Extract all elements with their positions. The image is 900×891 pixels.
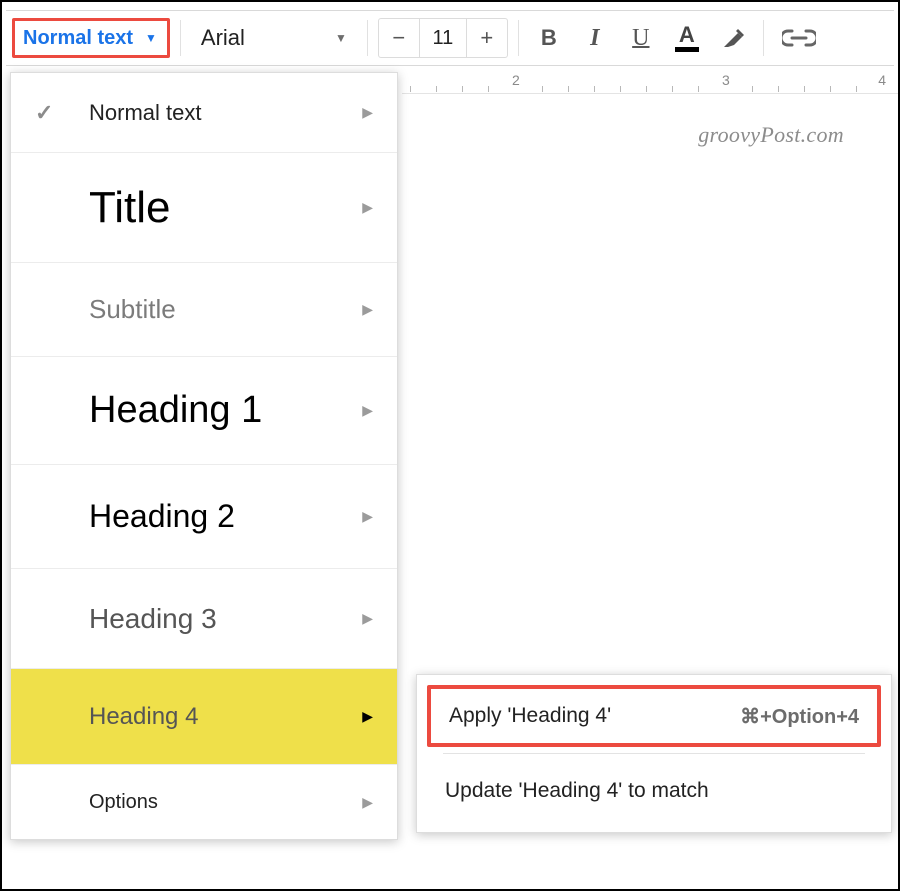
submenu-item-label: Update 'Heading 4' to match <box>445 779 709 803</box>
font-size-increase-button[interactable]: + <box>467 19 507 57</box>
style-item-label: Normal text <box>89 100 201 126</box>
keyboard-shortcut: ⌘+Option+4 <box>740 704 859 729</box>
submenu-arrow-icon: ▶ <box>362 708 373 725</box>
submenu-arrow-icon: ▶ <box>362 104 373 121</box>
separator <box>763 20 764 56</box>
text-color-button[interactable]: A <box>667 18 707 58</box>
style-item-label: Heading 4 <box>89 703 198 731</box>
style-item-heading-4[interactable]: Heading 4 ▶ <box>11 669 397 765</box>
heading-4-submenu: Apply 'Heading 4' ⌘+Option+4 Update 'Hea… <box>416 674 892 833</box>
app-frame: Normal text ▼ Arial ▼ − 11 + B I U A <box>0 0 900 891</box>
style-item-options[interactable]: Options ▶ <box>11 765 397 839</box>
apply-heading-4-item[interactable]: Apply 'Heading 4' ⌘+Option+4 <box>427 685 881 747</box>
style-item-heading-1[interactable]: Heading 1 ▶ <box>11 357 397 465</box>
separator <box>367 20 368 56</box>
ruler-number: 3 <box>722 72 730 88</box>
submenu-arrow-icon: ▶ <box>362 402 373 419</box>
style-item-label: Subtitle <box>89 294 176 325</box>
submenu-item-label: Apply 'Heading 4' <box>449 704 611 728</box>
style-item-heading-3[interactable]: Heading 3 ▶ <box>11 569 397 669</box>
submenu-arrow-icon: ▶ <box>362 508 373 525</box>
style-item-label: Options <box>89 791 158 814</box>
font-family-dropdown[interactable]: Arial ▼ <box>191 18 357 58</box>
font-size-input[interactable]: 11 <box>419 19 467 57</box>
font-family-label: Arial <box>201 25 245 51</box>
horizontal-ruler[interactable]: 2 3 4 <box>402 68 898 94</box>
style-item-subtitle[interactable]: Subtitle ▶ <box>11 263 397 357</box>
insert-link-button[interactable] <box>774 18 824 58</box>
separator <box>518 20 519 56</box>
underline-button[interactable]: U <box>621 18 661 58</box>
style-item-label: Heading 3 <box>89 603 217 635</box>
update-heading-4-item[interactable]: Update 'Heading 4' to match <box>417 756 891 826</box>
submenu-arrow-icon: ▶ <box>362 610 373 627</box>
submenu-arrow-icon: ▶ <box>362 794 373 811</box>
style-item-normal-text[interactable]: ✓ Normal text ▶ <box>11 73 397 153</box>
paragraph-styles-menu: ✓ Normal text ▶ Title ▶ Subtitle ▶ Headi… <box>10 72 398 840</box>
caret-down-icon: ▼ <box>335 31 347 45</box>
style-item-label: Heading 1 <box>89 389 262 432</box>
separator <box>180 20 181 56</box>
ruler-number: 4 <box>878 72 886 88</box>
submenu-arrow-icon: ▶ <box>362 199 373 216</box>
style-item-label: Heading 2 <box>89 498 235 535</box>
italic-button[interactable]: I <box>575 18 615 58</box>
style-item-heading-2[interactable]: Heading 2 ▶ <box>11 465 397 569</box>
caret-down-icon: ▼ <box>145 31 157 45</box>
highlighter-icon <box>718 23 748 53</box>
link-icon <box>782 28 816 48</box>
separator <box>443 753 865 754</box>
toolbar: Normal text ▼ Arial ▼ − 11 + B I U A <box>6 10 894 66</box>
style-item-label: Title <box>89 183 171 233</box>
paragraph-style-dropdown[interactable]: Normal text ▼ <box>12 18 170 58</box>
submenu-arrow-icon: ▶ <box>362 301 373 318</box>
watermark-text: groovyPost.com <box>698 122 844 148</box>
font-size-group: − 11 + <box>378 18 508 58</box>
paragraph-style-label: Normal text <box>23 27 133 50</box>
highlight-color-button[interactable] <box>713 18 753 58</box>
font-size-decrease-button[interactable]: − <box>379 19 419 57</box>
style-item-title[interactable]: Title ▶ <box>11 153 397 263</box>
bold-button[interactable]: B <box>529 18 569 58</box>
ruler-number: 2 <box>512 72 520 88</box>
check-icon: ✓ <box>35 100 53 126</box>
